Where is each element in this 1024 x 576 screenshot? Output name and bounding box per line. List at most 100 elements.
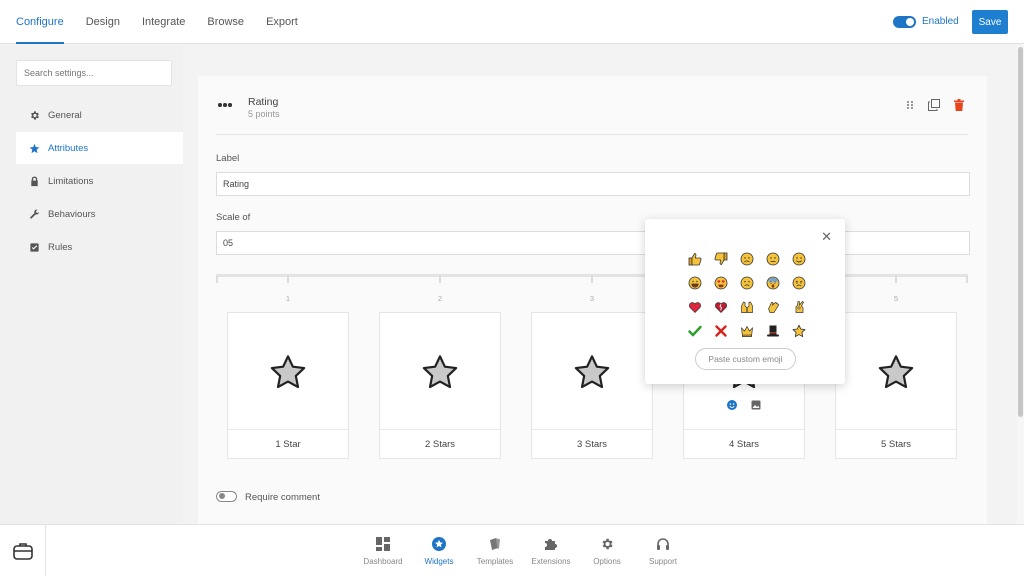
save-button[interactable]: Save: [972, 10, 1008, 34]
lock-icon: [28, 175, 40, 187]
cross-mark-icon[interactable]: [708, 319, 734, 343]
smiling-face-icon[interactable]: [786, 247, 812, 271]
card-label: 3 Stars: [532, 429, 652, 458]
sidebar-item-behaviours[interactable]: Behaviours: [16, 198, 183, 230]
require-comment-toggle[interactable]: [216, 491, 237, 502]
scale-tick: [216, 276, 218, 283]
scrollbar[interactable]: [1017, 45, 1024, 525]
star-icon[interactable]: [532, 313, 652, 430]
tab-design[interactable]: Design: [86, 0, 120, 44]
briefcase-icon: [12, 543, 33, 560]
nav-label: Support: [648, 557, 678, 566]
nav-options[interactable]: Options: [579, 525, 635, 576]
drag-handle-icon[interactable]: [906, 100, 914, 113]
top-bar: Configure Design Integrate Browse Export…: [0, 0, 1024, 44]
star-emoji-icon[interactable]: [786, 319, 812, 343]
sidebar-item-label: Limitations: [48, 175, 94, 187]
ok-hand-icon[interactable]: [786, 295, 812, 319]
image-icon[interactable]: [751, 400, 761, 413]
sidebar-item-rules[interactable]: Rules: [16, 231, 183, 263]
more-dots-icon[interactable]: [218, 103, 232, 107]
clapping-hands-icon[interactable]: [760, 295, 786, 319]
wrench-icon: [28, 208, 40, 220]
nav-label: Templates: [476, 557, 514, 566]
scale-tick: [287, 276, 289, 283]
nav-templates[interactable]: Templates: [467, 525, 523, 576]
tab-export[interactable]: Export: [266, 0, 298, 44]
sidebar-item-label: Attributes: [48, 142, 89, 154]
nav-support[interactable]: Support: [635, 525, 691, 576]
crown-icon[interactable]: [734, 319, 760, 343]
nav-label: Extensions: [531, 557, 571, 566]
briefcase-button[interactable]: [0, 525, 46, 576]
star-icon[interactable]: [380, 313, 500, 430]
card-media-actions: [727, 400, 761, 413]
star-icon[interactable]: [228, 313, 348, 430]
scale-tick: [439, 276, 441, 283]
widgets-icon: [431, 536, 447, 552]
thumbs-down-icon[interactable]: [708, 247, 734, 271]
sidebar-item-limitations[interactable]: Limitations: [16, 165, 183, 197]
tab-configure[interactable]: Configure: [16, 0, 64, 44]
sidebar-item-label: General: [48, 109, 82, 121]
enabled-toggle[interactable]: [893, 16, 916, 28]
rating-card-5[interactable]: 5 Stars: [835, 312, 957, 459]
nav-widgets[interactable]: Widgets: [411, 525, 467, 576]
rating-card-2[interactable]: 2 Stars: [379, 312, 501, 459]
sidebar-item-attributes[interactable]: Attributes: [16, 132, 183, 164]
scale-field-label: Scale of: [216, 212, 251, 223]
screaming-face-icon[interactable]: [760, 271, 786, 295]
disappointed-face-icon[interactable]: [734, 271, 760, 295]
broken-heart-icon[interactable]: [708, 295, 734, 319]
scale-tick: [591, 276, 593, 283]
close-icon[interactable]: ✕: [821, 230, 832, 243]
raised-hands-icon[interactable]: [734, 295, 760, 319]
star-icon: [28, 142, 40, 154]
bottom-bar: Dashboard Widgets Templates Extensions O…: [0, 524, 1024, 576]
check-mark-icon[interactable]: [682, 319, 708, 343]
card-label: 4 Stars: [684, 429, 804, 458]
widget-panel: Rating 5 points Label Scale of 1 2 3 4 5: [198, 76, 987, 525]
widget-subtitle: 5 points: [248, 109, 280, 119]
heart-eyes-icon[interactable]: [708, 271, 734, 295]
sidebar-item-general[interactable]: General: [16, 99, 183, 131]
red-heart-icon[interactable]: [682, 295, 708, 319]
scale-input[interactable]: [216, 231, 970, 255]
rating-card-3[interactable]: 3 Stars: [531, 312, 653, 459]
emoji-popover: ✕ Paste custom emoji: [645, 219, 845, 384]
nav-dashboard[interactable]: Dashboard: [355, 525, 411, 576]
trash-icon[interactable]: [954, 99, 964, 114]
widget-actions: [906, 99, 964, 114]
star-icon[interactable]: [836, 313, 956, 430]
angry-face-icon[interactable]: [786, 271, 812, 295]
frowning-face-icon[interactable]: [734, 247, 760, 271]
sidebar-item-label: Behaviours: [48, 208, 96, 220]
card-label: 2 Stars: [380, 429, 500, 458]
thumbs-up-icon[interactable]: [682, 247, 708, 271]
nav-label: Widgets: [424, 557, 454, 566]
widget-title: Rating: [248, 96, 279, 108]
card-label: 1 Star: [228, 429, 348, 458]
grinning-face-icon[interactable]: [682, 271, 708, 295]
scale-tick-label: 3: [589, 294, 595, 303]
bottom-nav: Dashboard Widgets Templates Extensions O…: [355, 525, 691, 576]
duplicate-icon[interactable]: [928, 99, 940, 114]
headset-icon: [655, 536, 671, 552]
scale-tick: [966, 276, 968, 283]
search-settings-input[interactable]: [16, 60, 172, 86]
paste-custom-emoji-button[interactable]: Paste custom emoji: [695, 348, 796, 370]
nav-extensions[interactable]: Extensions: [523, 525, 579, 576]
templates-icon: [487, 536, 503, 552]
scale-tick: [895, 276, 897, 283]
neutral-face-icon[interactable]: [760, 247, 786, 271]
top-hat-icon[interactable]: [760, 319, 786, 343]
scrollbar-thumb[interactable]: [1018, 47, 1023, 417]
settings-sidebar: General Attributes Limitations Behaviour…: [0, 45, 183, 525]
tab-browse[interactable]: Browse: [207, 0, 244, 44]
label-field-label: Label: [216, 153, 240, 164]
rating-card-1[interactable]: 1 Star: [227, 312, 349, 459]
tab-integrate[interactable]: Integrate: [142, 0, 185, 44]
checkbox-icon: [28, 241, 40, 253]
label-input[interactable]: [216, 172, 970, 196]
emoji-picker-icon[interactable]: [727, 400, 737, 413]
